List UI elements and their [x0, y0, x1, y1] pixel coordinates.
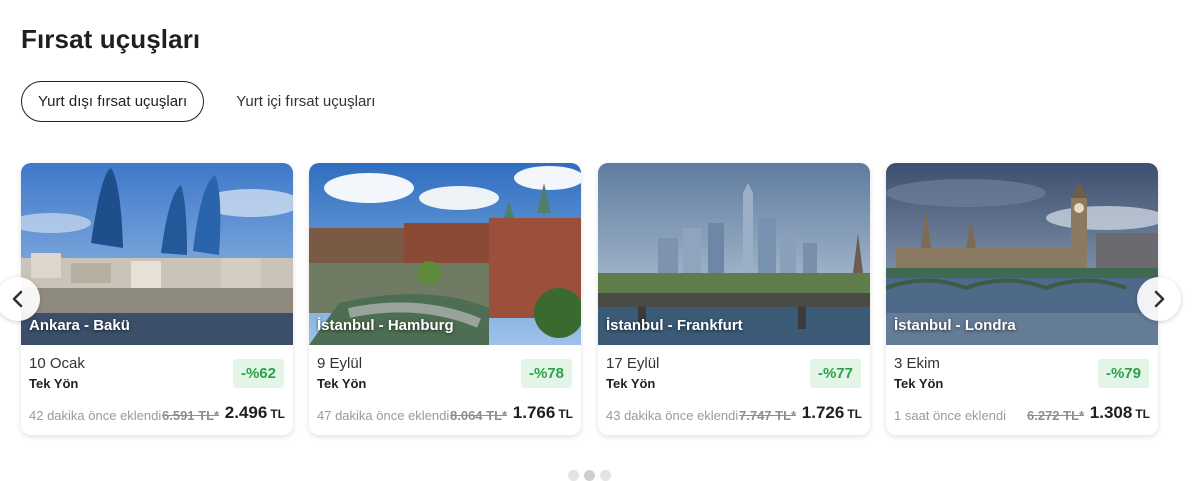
tab-bar: Yurt dışı fırsat uçuşları Yurt içi fırsa…: [21, 81, 391, 122]
trip-type: Tek Yön: [317, 376, 367, 391]
price: 2.496 TL: [225, 403, 285, 423]
discount-badge: -%79: [1097, 359, 1149, 388]
route-label: İstanbul - Hamburg: [317, 317, 454, 334]
deal-card-istanbul-londra[interactable]: İstanbul - Londra 3 Ekim Tek Yön -%79 1 …: [886, 163, 1158, 435]
trip-type: Tek Yön: [29, 376, 79, 391]
flight-date: 9 Eylül: [317, 355, 363, 372]
price-amount: 1.726: [801, 403, 845, 422]
page-title: Fırsat uçuşları: [21, 24, 201, 54]
price-currency: TL: [270, 407, 285, 421]
price-currency: TL: [847, 407, 862, 421]
flight-date: 3 Ekim: [894, 355, 940, 372]
price: 1.766 TL: [513, 403, 573, 423]
deal-card-ankara-baku[interactable]: Ankara - Bakü 10 Ocak Tek Yön -%62 42 da…: [21, 163, 293, 435]
old-price: 7.747 TL*: [739, 408, 797, 423]
deal-card-istanbul-frankfurt[interactable]: İstanbul - Frankfurt 17 Eylül Tek Yön -%…: [598, 163, 870, 435]
old-price: 8.064 TL*: [450, 408, 508, 423]
chevron-right-icon: [1154, 290, 1165, 308]
tab-domestic-deals[interactable]: Yurt içi fırsat uçuşları: [220, 81, 391, 122]
old-price: 6.272 TL*: [1027, 408, 1085, 423]
flight-date: 17 Eylül: [606, 355, 660, 372]
chevron-left-icon: [12, 290, 23, 308]
discount-badge: -%78: [520, 359, 572, 388]
carousel-pagination: [568, 470, 611, 481]
added-time: 43 dakika önce eklendi: [606, 408, 739, 423]
tab-international-deals[interactable]: Yurt dışı fırsat uçuşları: [21, 81, 205, 122]
price-amount: 1.308: [1089, 403, 1133, 422]
price: 1.726 TL: [802, 403, 862, 423]
added-time: 42 dakika önce eklendi: [29, 408, 162, 423]
price-currency: TL: [1135, 407, 1150, 421]
route-label: İstanbul - Frankfurt: [606, 317, 743, 334]
deal-carousel: Ankara - Bakü 10 Ocak Tek Yön -%62 42 da…: [21, 163, 1158, 435]
added-time: 47 dakika önce eklendi: [317, 408, 450, 423]
price-currency: TL: [558, 407, 573, 421]
old-price: 6.591 TL*: [162, 408, 220, 423]
price-amount: 1.766: [512, 403, 556, 422]
flight-date: 10 Ocak: [29, 355, 85, 372]
price-amount: 2.496: [224, 403, 268, 422]
route-label: Ankara - Bakü: [29, 317, 130, 334]
route-label: İstanbul - Londra: [894, 317, 1016, 334]
discount-badge: -%77: [809, 359, 861, 388]
trip-type: Tek Yön: [894, 376, 944, 391]
price: 1.308 TL: [1090, 403, 1150, 423]
discount-badge: -%62: [232, 359, 284, 388]
carousel-next-button[interactable]: [1137, 277, 1181, 321]
pagination-dot[interactable]: [600, 470, 611, 481]
trip-type: Tek Yön: [606, 376, 656, 391]
pagination-dot-active[interactable]: [584, 470, 595, 481]
added-time: 1 saat önce eklendi: [894, 408, 1007, 423]
deal-card-istanbul-hamburg[interactable]: İstanbul - Hamburg 9 Eylül Tek Yön -%78 …: [309, 163, 581, 435]
pagination-dot[interactable]: [568, 470, 579, 481]
